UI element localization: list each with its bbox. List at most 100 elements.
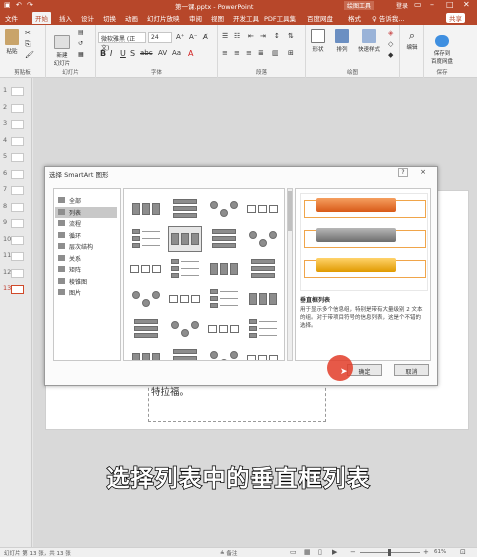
paste-button[interactable]: 粘贴 [4, 29, 20, 55]
font-name-select[interactable]: 微软雅黑 (正文) [98, 32, 146, 52]
shape-fill-icon[interactable]: ◈ [388, 29, 393, 37]
tab-format[interactable]: 格式 [348, 13, 361, 23]
share-button[interactable]: 共享 [446, 13, 465, 23]
smartart-layout-thumbnail[interactable] [168, 226, 202, 252]
slide-thumbnail[interactable] [11, 235, 24, 245]
columns-icon[interactable]: ▥ [272, 49, 279, 57]
slide-thumbnail[interactable] [11, 103, 24, 113]
tab-baidu[interactable]: 百度网盘 [307, 13, 333, 23]
smartart-layout-thumbnail[interactable] [169, 347, 201, 360]
arrange-button[interactable]: 排列 [332, 29, 352, 53]
smartart-convert-icon[interactable]: ⊞ [288, 49, 294, 57]
smartart-layout-thumbnail[interactable] [130, 317, 162, 341]
slide-thumbnail[interactable] [11, 169, 24, 179]
smartart-layout-thumbnail[interactable] [130, 347, 162, 360]
slide-thumbnail[interactable] [11, 87, 24, 96]
tab-developer[interactable]: 开发工具 [233, 13, 259, 23]
category-item[interactable]: 棱锥图 [55, 276, 117, 287]
grow-font-icon[interactable]: A⁺ [176, 33, 184, 41]
edit-button[interactable]: ⌕ 编辑 [402, 29, 422, 51]
clear-format-icon[interactable]: A̸ [203, 33, 208, 41]
zoom-in-icon[interactable]: + [423, 548, 429, 556]
zoom-out-icon[interactable]: − [350, 548, 356, 556]
strikethrough-icon[interactable]: abc [140, 49, 153, 57]
save-icon[interactable]: ▣ [4, 1, 11, 9]
gallery-scrollbar[interactable] [287, 188, 293, 361]
smartart-layout-thumbnail[interactable] [169, 257, 201, 281]
slide-thumbnail[interactable] [11, 219, 24, 228]
tab-design[interactable]: 设计 [81, 13, 94, 23]
numbering-icon[interactable]: ☷ [234, 32, 240, 40]
quick-styles-button[interactable]: 快速样式 [354, 29, 384, 53]
slide-thumbnail[interactable] [11, 186, 24, 195]
zoom-slider-thumb[interactable] [388, 549, 391, 556]
shadow-icon[interactable]: S [130, 49, 135, 58]
smartart-layout-thumbnail[interactable] [130, 227, 162, 251]
save-baidu-button[interactable]: 保存到 百度网盘 [426, 29, 458, 71]
char-spacing-icon[interactable]: AV [158, 49, 167, 57]
tab-slideshow[interactable]: 幻灯片放映 [147, 13, 180, 23]
smartart-layout-thumbnail[interactable] [169, 197, 201, 221]
shape-outline-icon[interactable]: ◇ [388, 40, 393, 48]
fit-slide-icon[interactable]: ⊡ [460, 548, 466, 556]
slide-thumbnail[interactable] [11, 136, 24, 146]
category-item[interactable]: 流程 [55, 218, 117, 229]
smartart-layout-thumbnail[interactable] [247, 227, 279, 251]
smartart-layout-thumbnail[interactable] [130, 287, 162, 311]
slide-thumbnail[interactable] [11, 285, 24, 294]
align-center-icon[interactable]: ≡ [234, 49, 240, 57]
tab-review[interactable]: 审阅 [189, 13, 202, 23]
section-icon[interactable]: ▦ [78, 51, 84, 58]
reading-view-icon[interactable]: ▯ [318, 548, 322, 556]
tab-home[interactable]: 开始 [32, 12, 51, 24]
smartart-layout-thumbnail[interactable] [247, 317, 279, 341]
tab-file[interactable]: 文件 [5, 13, 18, 23]
font-size-select[interactable]: 24 [148, 32, 172, 43]
slide-thumbnail[interactable] [11, 268, 24, 278]
smartart-layout-thumbnail[interactable] [208, 317, 240, 341]
smartart-layout-thumbnail[interactable] [208, 347, 240, 360]
ribbon-display-icon[interactable]: ▭ [414, 0, 422, 9]
zoom-level[interactable]: 61% [434, 549, 446, 555]
tab-transitions[interactable]: 切换 [103, 13, 116, 23]
smartart-layout-thumbnail[interactable] [169, 287, 201, 311]
category-item[interactable]: 循环 [55, 230, 117, 241]
smartart-layout-thumbnail[interactable] [169, 317, 201, 341]
category-item[interactable]: 全部 [55, 195, 117, 206]
cancel-button[interactable]: 取消 [394, 364, 429, 376]
smartart-layout-thumbnail[interactable] [247, 257, 279, 281]
new-slide-button[interactable]: 新建 幻灯片 [50, 29, 74, 73]
slide-thumbnail[interactable] [11, 202, 24, 212]
copy-icon[interactable]: ⎘ [25, 40, 31, 49]
category-item[interactable]: 关系 [55, 253, 117, 264]
close-icon[interactable]: ✕ [463, 0, 470, 9]
slideshow-view-icon[interactable]: ▶ [332, 548, 337, 556]
bold-icon[interactable]: B [100, 49, 106, 58]
reset-icon[interactable]: ↺ [78, 40, 83, 47]
category-item[interactable]: 图片 [55, 287, 117, 298]
slide-thumbnail[interactable] [11, 153, 24, 162]
align-right-icon[interactable]: ≡ [246, 49, 252, 57]
smartart-layout-thumbnail[interactable] [247, 197, 279, 221]
text-direction-icon[interactable]: ⇅ [288, 32, 294, 40]
sorter-view-icon[interactable]: ▦ [304, 548, 311, 556]
smartart-layout-thumbnail[interactable] [208, 257, 240, 281]
tab-animations[interactable]: 动画 [125, 13, 138, 23]
redo-icon[interactable]: ↷ [27, 1, 33, 9]
font-color-icon[interactable]: A [188, 49, 193, 58]
smartart-layout-thumbnail[interactable] [130, 257, 162, 281]
category-item[interactable]: 列表 [55, 206, 117, 218]
dialog-close-button[interactable]: × [417, 168, 429, 177]
undo-icon[interactable]: ↶ [16, 1, 22, 9]
slide-thumbnail[interactable] [11, 120, 24, 129]
notes-button[interactable]: ≜ 备注 [220, 549, 237, 557]
category-item[interactable]: 层次结构 [55, 241, 117, 252]
smartart-layout-thumbnail[interactable] [247, 287, 279, 311]
shrink-font-icon[interactable]: A⁻ [189, 33, 197, 41]
change-case-icon[interactable]: Aa [172, 49, 181, 57]
layout-gallery[interactable] [123, 188, 285, 361]
shapes-button[interactable]: 形状 [308, 29, 328, 53]
slide-thumbnail[interactable] [11, 252, 24, 261]
justify-icon[interactable]: ≣ [258, 49, 264, 57]
tell-me-search[interactable]: ♀ 告诉我... [372, 13, 405, 23]
